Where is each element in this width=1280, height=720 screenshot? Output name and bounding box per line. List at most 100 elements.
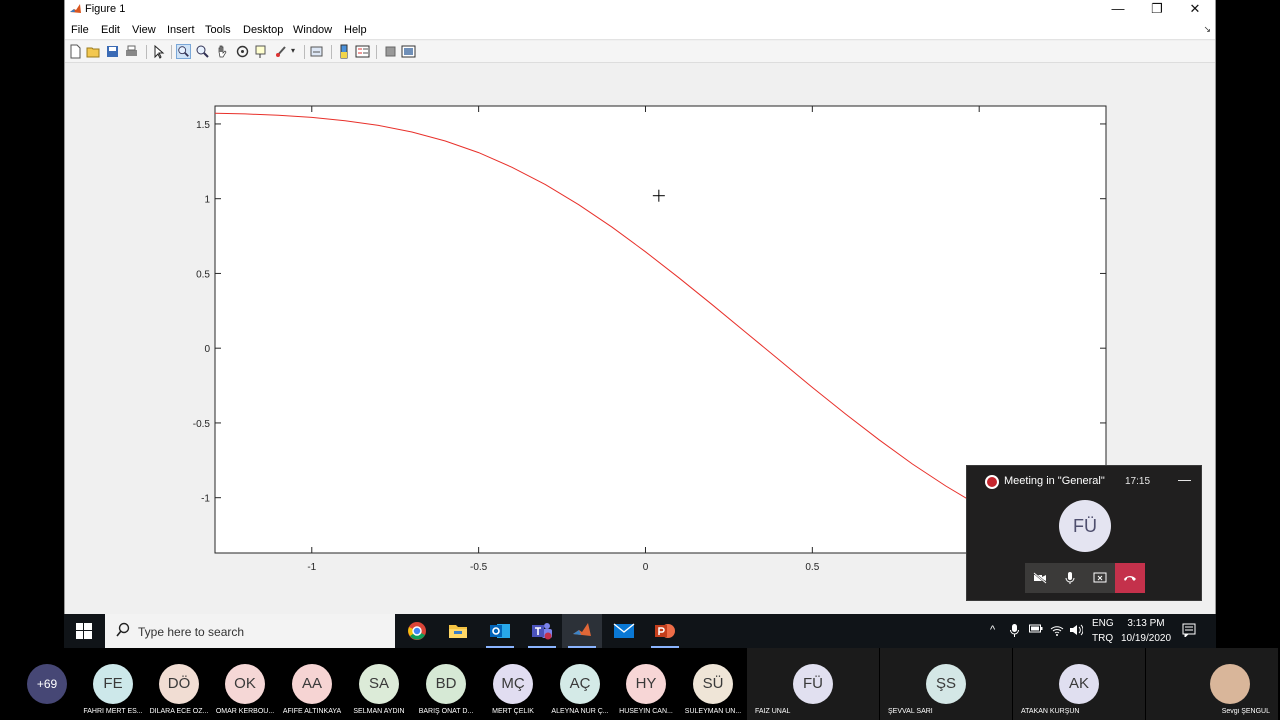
matlab-logo-icon	[70, 4, 81, 13]
participant-avatar: ŞS	[926, 664, 966, 704]
hang-up-button[interactable]	[1115, 563, 1145, 593]
battery-icon[interactable]	[1029, 624, 1043, 634]
rotate-3d-icon[interactable]	[235, 44, 250, 59]
participant-video-tile[interactable]: ŞS ŞEVVAL SARI	[880, 648, 1012, 720]
participant-tile[interactable]: AA AFİFE ALTINKAYA	[279, 648, 345, 720]
brush-dropdown-icon[interactable]: ▾	[291, 46, 295, 55]
teams-meeting-window[interactable]: Meeting in "General" 17:15 — FÜ	[966, 465, 1202, 601]
participant-name: ATAKAN KURŞUN	[1021, 708, 1080, 715]
menu-desktop[interactable]: Desktop	[243, 24, 283, 36]
participant-name: ŞEVVAL SARI	[888, 708, 933, 715]
participant-tile[interactable]: FE FAHRİ MERT ES...	[80, 648, 146, 720]
input-language-indicator[interactable]: ENG TRQ	[1092, 616, 1114, 646]
menu-insert[interactable]: Insert	[167, 24, 195, 36]
legend-icon[interactable]	[355, 44, 370, 59]
hide-plot-tools-icon[interactable]	[383, 44, 398, 59]
minimize-button[interactable]: —	[1099, 0, 1137, 20]
start-button[interactable]	[64, 614, 104, 648]
keyboard-layout: TRQ	[1092, 633, 1114, 644]
edit-plot-icon[interactable]	[151, 44, 166, 59]
notifications-icon[interactable]	[1182, 623, 1196, 637]
menu-file[interactable]: File	[71, 24, 89, 36]
participant-video-tile[interactable]: Sevgi ŞENGÜL	[1146, 648, 1278, 720]
y-tick-label: -1	[201, 494, 210, 505]
volume-icon[interactable]	[1069, 624, 1083, 636]
more-participants-button[interactable]: +69	[22, 648, 72, 720]
taskbar-file-explorer[interactable]	[438, 614, 478, 648]
participant-tile[interactable]: AÇ ALEYNA NUR Ç...	[547, 648, 613, 720]
participant-tile[interactable]: DÖ DİLARA ECE ÖZ...	[146, 648, 212, 720]
taskbar-teams[interactable]	[522, 614, 562, 648]
participant-tile[interactable]: SA SELMAN AYDIN	[346, 648, 412, 720]
mail-icon	[613, 623, 635, 638]
colorbar-icon[interactable]	[337, 44, 352, 59]
teams-participant-strip: +69 FE FAHRİ MERT ES... DÖ DİLARA ECE ÖZ...…	[0, 648, 1280, 720]
show-plot-tools-icon[interactable]	[401, 44, 416, 59]
link-plot-icon[interactable]	[309, 44, 324, 59]
menu-edit[interactable]: Edit	[101, 24, 120, 36]
zoom-out-icon[interactable]	[195, 44, 210, 59]
taskbar-matlab[interactable]	[562, 614, 602, 648]
menu-help[interactable]: Help	[344, 24, 367, 36]
taskbar-powerpoint[interactable]	[645, 614, 685, 648]
data-cursor-icon[interactable]	[254, 44, 269, 59]
dock-arrow-icon[interactable]: ↘	[1203, 24, 1211, 35]
participant-video-tile[interactable]: FÜ FAİZ ÜNAL	[747, 648, 879, 720]
tray-microphone-icon[interactable]	[1010, 624, 1019, 637]
new-figure-icon[interactable]	[68, 44, 83, 59]
brush-icon[interactable]	[274, 44, 289, 59]
participant-tile[interactable]: MÇ MERT ÇELİK	[480, 648, 546, 720]
close-button[interactable]: ✕	[1176, 0, 1214, 20]
participant-avatar: DÖ	[159, 664, 199, 704]
x-tick-label: 0.5	[805, 562, 819, 573]
taskbar-outlook[interactable]	[480, 614, 520, 648]
participant-avatar: OK	[225, 664, 265, 704]
participant-tile[interactable]: BD BARIŞ ONAT D...	[413, 648, 479, 720]
taskbar-search-box[interactable]: Type here to search	[105, 614, 395, 648]
taskbar-clock[interactable]: 3:13 PM 10/19/2020	[1116, 616, 1176, 646]
presenter-avatar: FÜ	[1059, 500, 1111, 552]
menu-window[interactable]: Window	[293, 24, 332, 36]
restore-button[interactable]: ❐	[1138, 0, 1176, 20]
participant-avatar: BD	[426, 664, 466, 704]
participant-name: HÜSEYİN CAN...	[619, 708, 673, 715]
participant-name: Sevgi ŞENGÜL	[1221, 708, 1270, 715]
camera-toggle-button[interactable]	[1025, 563, 1055, 593]
taskbar-mail[interactable]	[604, 614, 644, 648]
windows-logo-icon	[76, 623, 92, 639]
participant-name: FAHRİ MERT ES...	[83, 708, 143, 715]
participant-tile[interactable]: SÜ SÜLEYMAN ÜN...	[680, 648, 746, 720]
window-titlebar: Figure 1 — ❐ ✕	[65, 0, 1215, 20]
save-icon[interactable]	[105, 44, 120, 59]
taskbar-chrome[interactable]	[397, 614, 437, 648]
participant-video-tile[interactable]: AK ATAKAN KURŞUN	[1013, 648, 1145, 720]
x-tick-label: -1	[307, 562, 316, 573]
powerpoint-icon	[655, 624, 675, 638]
print-icon[interactable]	[124, 44, 139, 59]
participant-tile[interactable]: OK OMAR KERBOU...	[212, 648, 278, 720]
pan-icon[interactable]	[215, 44, 230, 59]
participant-name: ALEYNA NUR Ç...	[551, 708, 609, 715]
y-tick-label: -0.5	[193, 419, 211, 430]
menu-view[interactable]: View	[132, 24, 156, 36]
meeting-minimize-button[interactable]: —	[1178, 472, 1191, 487]
zoom-in-icon[interactable]	[176, 44, 191, 59]
matlab-icon	[573, 623, 591, 636]
participant-name: MERT ÇELİK	[492, 708, 534, 715]
show-hidden-icons-button[interactable]: ^	[990, 624, 995, 636]
desktop-screen: Figure 1 — ❐ ✕ File Edit View Insert Too…	[0, 0, 1280, 720]
participant-tile[interactable]: HY HÜSEYİN CAN...	[613, 648, 679, 720]
share-screen-button[interactable]	[1085, 563, 1115, 593]
recording-indicator-icon	[985, 475, 999, 489]
y-tick-labels: -1 -0.5 0 0.5 1 1.5	[193, 120, 211, 505]
menu-tools[interactable]: Tools	[205, 24, 231, 36]
open-file-icon[interactable]	[86, 44, 101, 59]
participant-name: FAİZ ÜNAL	[755, 708, 791, 715]
participant-avatar: SÜ	[693, 664, 733, 704]
mic-toggle-button[interactable]	[1055, 563, 1085, 593]
share-screen-icon	[1093, 572, 1107, 583]
y-tick-label: 1	[204, 195, 210, 206]
chrome-icon	[408, 622, 426, 640]
wifi-icon[interactable]	[1050, 624, 1064, 636]
meeting-timer: 17:15	[1125, 476, 1151, 487]
